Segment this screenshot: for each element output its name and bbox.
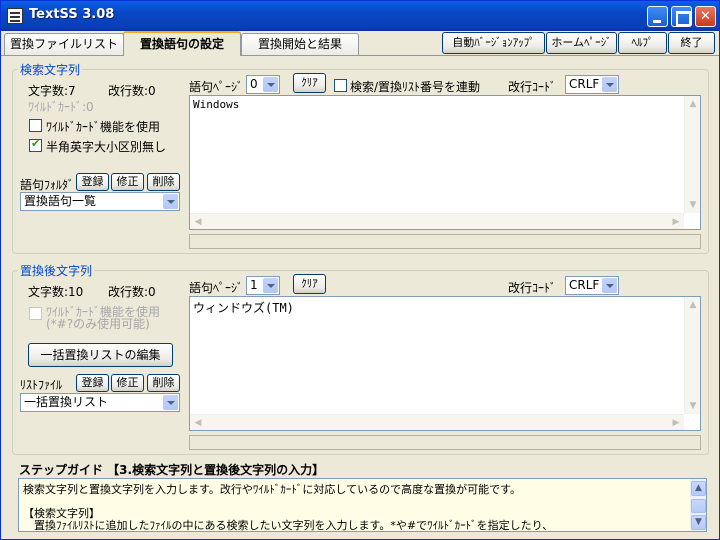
replace-page-label: 語句ﾍﾟｰｼﾞ (189, 281, 244, 295)
chevron-down-icon (163, 395, 178, 410)
bulk-edit-button[interactable]: 一括置換リストの編集 (28, 343, 173, 367)
minimize-button[interactable] (647, 6, 668, 27)
phrase-folder-label: 語句ﾌｫﾙﾀﾞ (20, 178, 75, 192)
scroll-up-icon[interactable]: ▲ (685, 96, 701, 112)
auto-version-up-button[interactable]: 自動ﾊﾞｰｼﾞｮﾝｱｯﾌﾟ (442, 32, 545, 54)
search-line-count: 改行数:0 (108, 84, 156, 98)
replace-register-button[interactable]: 登録 (76, 374, 109, 392)
replace-page-select[interactable]: 1 (246, 276, 280, 295)
chevron-down-icon (602, 77, 617, 92)
scroll-down-icon[interactable]: ▼ (691, 515, 706, 530)
link-numbers-checkbox[interactable] (334, 79, 347, 92)
step-guide-title: ステップガイド 【3.検索文字列と置換後文字列の入力】 (19, 463, 325, 477)
chevron-down-icon (602, 278, 617, 293)
search-edit-button[interactable]: 修正 (111, 173, 144, 191)
tab-replace-settings[interactable]: 置換語句の設定 (123, 31, 241, 56)
minimize-icon (648, 7, 667, 26)
app-window: TextSS 3.08 ✕ 置換ファイルリスト 置換語句の設定 置換開始と結果 … (0, 0, 720, 540)
maximize-icon (672, 7, 691, 26)
scrollbar-thumb[interactable] (691, 499, 706, 513)
tab-divider (1, 55, 719, 56)
search-text: Windows (193, 98, 240, 111)
guide-line-1: 検索文字列と置換文字列を入力します。改行やﾜｲﾙﾄﾞｶｰﾄﾞに対応しているので高… (23, 483, 521, 496)
search-register-button[interactable]: 登録 (76, 173, 109, 191)
guide-line-4: 置換ﾌｧｲﾙﾘｽﾄに追加したﾌｧｲﾙの中にある検索したい文字列を入力します。*や… (23, 519, 554, 532)
scroll-up-icon[interactable]: ▲ (691, 481, 706, 496)
search-group-legend: 検索文字列 (20, 63, 81, 77)
replace-text-area[interactable]: ウィンドウズ(TM) ▲ ▼ ◀ ▶ (189, 296, 701, 431)
search-newline-label: 改行ｺｰﾄﾞ (508, 80, 557, 94)
phrase-folder-select[interactable]: 置換語句一覧 (20, 192, 180, 211)
replace-line-count: 改行数:0 (108, 285, 156, 299)
search-char-count: 文字数:7 (28, 84, 76, 98)
link-numbers-label: 検索/置換ﾘｽﾄ番号を連動 (350, 80, 481, 94)
search-delete-button[interactable]: 削除 (147, 173, 180, 191)
guide-vertical-scrollbar[interactable]: ▲ ▼ (690, 479, 706, 531)
close-icon: ✕ (700, 9, 711, 24)
search-page-value: 0 (250, 77, 258, 91)
scroll-right-icon[interactable]: ▶ (668, 214, 684, 230)
window-title: TextSS 3.08 (29, 7, 115, 22)
replace-group-legend: 置換後文字列 (20, 264, 93, 278)
replace-newline-label: 改行ｺｰﾄﾞ (508, 281, 557, 295)
help-button[interactable]: ﾍﾙﾌﾟ (618, 32, 667, 54)
replace-horizontal-scrollbar[interactable]: ◀ ▶ (190, 414, 684, 430)
scroll-down-icon[interactable]: ▼ (685, 398, 701, 414)
chevron-down-icon (163, 194, 178, 209)
phrase-folder-value: 置換語句一覧 (24, 194, 97, 208)
scroll-left-icon[interactable]: ◀ (190, 415, 206, 431)
search-vertical-scrollbar[interactable]: ▲ ▼ (684, 96, 700, 213)
search-clear-button[interactable]: ｸﾘｱ (293, 73, 326, 93)
chevron-down-icon (263, 278, 278, 293)
case-insensitive-checkbox[interactable] (29, 137, 42, 152)
scroll-left-icon[interactable]: ◀ (190, 214, 206, 230)
search-wildcard-count: ﾜｲﾙﾄﾞｶｰﾄﾞ:0 (28, 100, 94, 114)
step-guide-text[interactable]: 検索文字列と置換文字列を入力します。改行やﾜｲﾙﾄﾞｶｰﾄﾞに対応しているので高… (18, 478, 707, 532)
replace-status-bar (189, 435, 701, 450)
app-icon (7, 8, 23, 24)
use-wildcard-label: ﾜｲﾙﾄﾞｶｰﾄﾞ機能を使用 (46, 120, 161, 134)
search-text-area[interactable]: Windows ▲ ▼ ◀ ▶ (189, 95, 701, 230)
replace-delete-button[interactable]: 削除 (147, 374, 180, 392)
replace-char-count: 文字数:10 (28, 285, 84, 299)
title-bar[interactable]: TextSS 3.08 ✕ (1, 1, 719, 31)
case-insensitive-label: 半角英字大小区別無し (46, 140, 167, 154)
search-newline-select[interactable]: CRLF (565, 75, 619, 94)
chevron-down-icon (263, 77, 278, 92)
replace-edit-button[interactable]: 修正 (111, 374, 144, 392)
search-page-select[interactable]: 0 (246, 75, 280, 94)
homepage-button[interactable]: ホームﾍﾟｰｼﾞ (546, 32, 617, 54)
use-wildcard-checkbox[interactable] (29, 119, 42, 132)
list-file-label: ﾘｽﾄﾌｧｲﾙ (20, 378, 63, 392)
list-file-value: 一括置換リスト (24, 395, 109, 409)
search-horizontal-scrollbar[interactable]: ◀ ▶ (190, 213, 684, 229)
replace-newline-value: CRLF (569, 278, 600, 292)
maximize-button[interactable] (671, 6, 692, 27)
scroll-up-icon[interactable]: ▲ (685, 297, 701, 313)
replace-wildcard-checkbox[interactable] (29, 307, 42, 320)
list-file-select[interactable]: 一括置換リスト (20, 393, 180, 412)
scroll-right-icon[interactable]: ▶ (668, 415, 684, 431)
tab-file-list[interactable]: 置換ファイルリスト (4, 33, 124, 55)
tab-start-results[interactable]: 置換開始と結果 (241, 33, 359, 55)
close-button[interactable]: ✕ (695, 6, 716, 27)
search-newline-value: CRLF (569, 77, 600, 91)
replace-vertical-scrollbar[interactable]: ▲ ▼ (684, 297, 700, 414)
replace-clear-button[interactable]: ｸﾘｱ (293, 274, 326, 294)
replace-text: ウィンドウズ(TM) (193, 301, 294, 315)
replace-wildcard-note: (*#?のみ使用可能) (46, 317, 150, 331)
replace-newline-select[interactable]: CRLF (565, 276, 619, 295)
search-page-label: 語句ﾍﾟｰｼﾞ (189, 80, 244, 94)
search-status-bar (189, 234, 701, 249)
replace-page-value: 1 (250, 278, 258, 292)
scroll-down-icon[interactable]: ▼ (685, 197, 701, 213)
exit-button[interactable]: 終了 (668, 32, 715, 54)
